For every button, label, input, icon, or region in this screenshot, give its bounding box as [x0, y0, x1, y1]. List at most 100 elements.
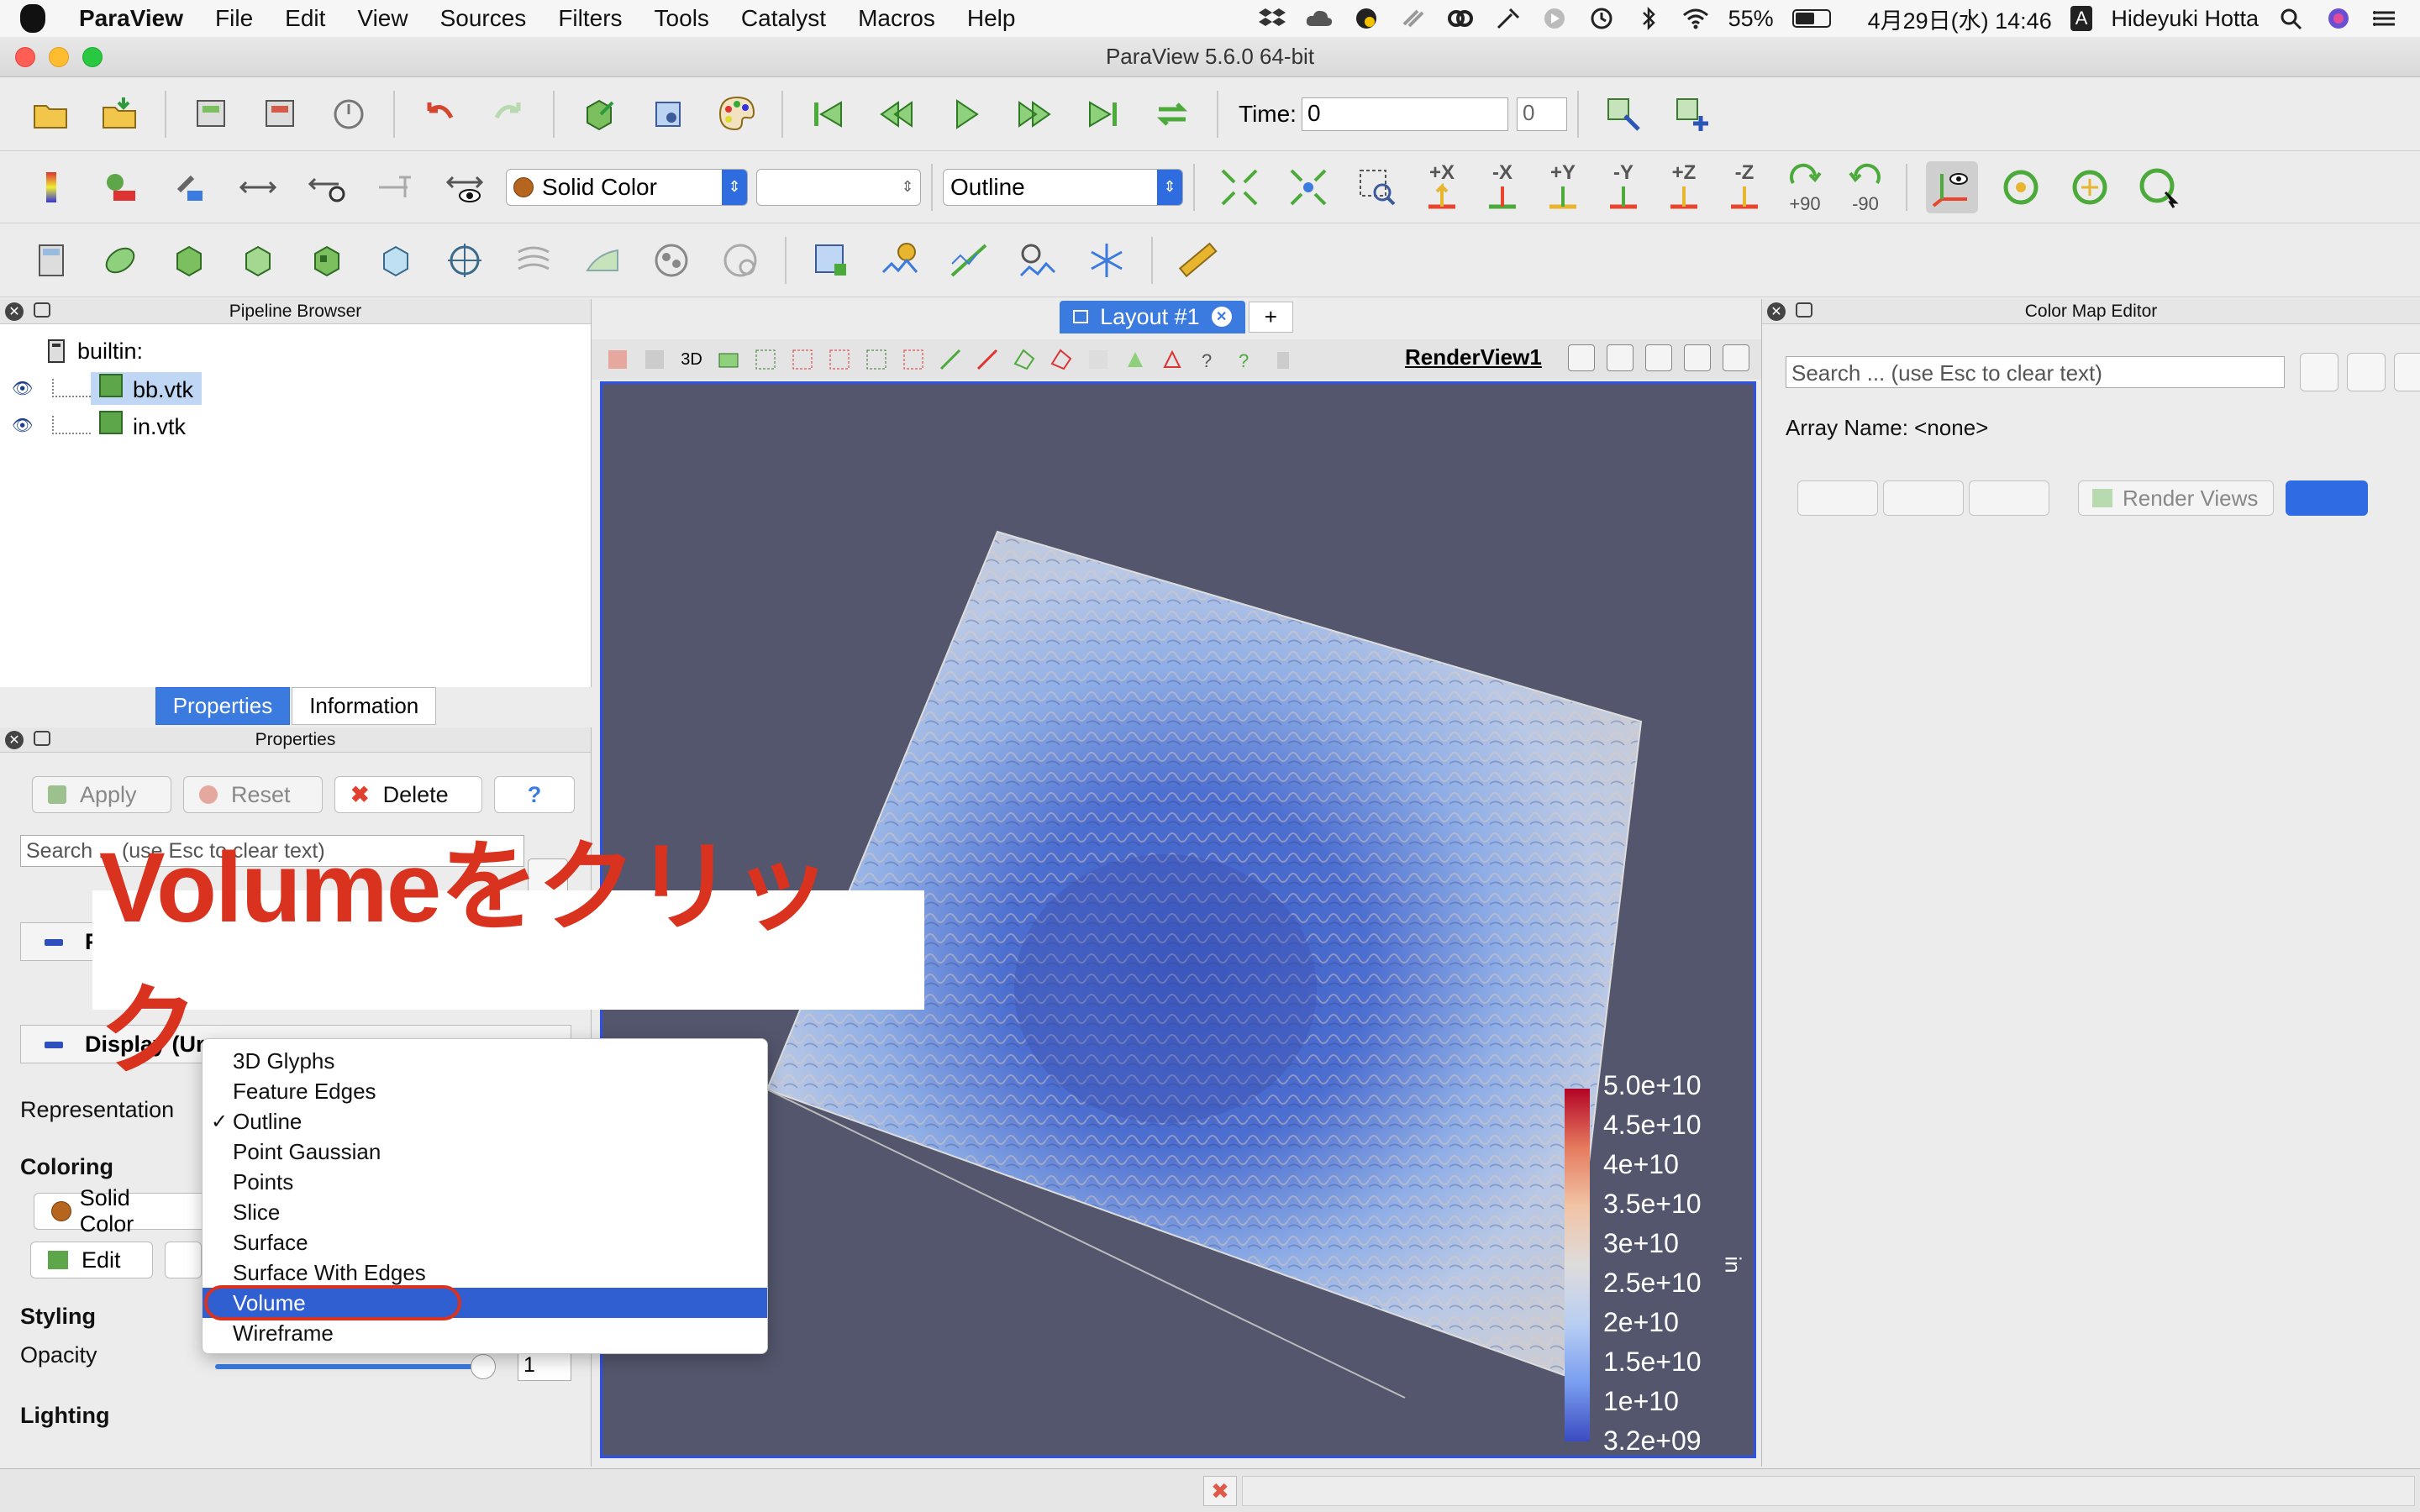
first-frame-button[interactable]	[802, 88, 854, 140]
render-view-title[interactable]: RenderView1	[1405, 344, 1542, 370]
auto-apply-button[interactable]	[323, 88, 375, 140]
query-icon[interactable]: ?	[1195, 345, 1223, 374]
restore-defaults-button[interactable]	[1797, 480, 1878, 516]
camera-icon[interactable]	[714, 345, 743, 374]
contour-filter-button[interactable]	[94, 234, 146, 286]
split-horizontal-icon[interactable]	[1568, 344, 1595, 371]
restore-view-icon[interactable]	[1684, 344, 1711, 371]
zoom-to-data-button[interactable]	[1282, 161, 1334, 213]
tab-properties[interactable]: Properties	[155, 686, 291, 725]
color-by-combo[interactable]: Solid Color ⇕	[506, 168, 748, 206]
menu-sources[interactable]: Sources	[440, 5, 527, 32]
input-method-badge[interactable]: A	[2070, 6, 2093, 31]
reset-center-button[interactable]	[2064, 161, 2116, 213]
colormap-extra-button[interactable]	[165, 1242, 202, 1278]
rescale-visible-button[interactable]	[370, 161, 422, 213]
opacity-slider-track[interactable]	[215, 1364, 484, 1369]
reset-camera-button[interactable]	[1213, 161, 1265, 213]
last-frame-button[interactable]	[1077, 88, 1129, 140]
time-machine-icon[interactable]	[1587, 6, 1616, 31]
query-points-icon[interactable]: ?	[1232, 345, 1260, 374]
hover-points-icon[interactable]	[1121, 345, 1150, 374]
siri-icon[interactable]	[2324, 6, 2353, 31]
zoom-to-box-button[interactable]	[1351, 161, 1403, 213]
clip-filter-button[interactable]	[163, 234, 215, 286]
disconnect-button[interactable]	[254, 88, 306, 140]
reset-range-button[interactable]	[163, 161, 215, 213]
save-preset-icon[interactable]	[2394, 353, 2420, 391]
dropdown-item-outline[interactable]: ✓ Outline	[203, 1106, 767, 1137]
glyph-filter-button[interactable]	[439, 234, 491, 286]
view-minus-x-button[interactable]: -X	[1484, 162, 1521, 212]
opacity-slider-handle[interactable]	[471, 1354, 496, 1379]
stream-tracer-filter-button[interactable]	[508, 234, 560, 286]
menu-view[interactable]: View	[357, 5, 408, 32]
undo-button[interactable]	[413, 88, 466, 140]
select-cells-button[interactable]	[805, 234, 857, 286]
wifi-icon[interactable]	[1681, 6, 1710, 31]
extract-level-filter-button[interactable]	[714, 234, 766, 286]
rescale-visible-range-button[interactable]	[439, 161, 491, 213]
connect-button[interactable]	[185, 88, 237, 140]
menu-catalyst[interactable]: Catalyst	[741, 5, 826, 32]
apple-icon[interactable]	[20, 4, 45, 33]
menu-tools[interactable]: Tools	[655, 5, 709, 32]
extract-subset-filter-button[interactable]	[370, 234, 422, 286]
close-view-icon[interactable]	[1723, 344, 1749, 371]
close-panel-icon[interactable]: ✕	[1767, 302, 1786, 321]
find-data-button[interactable]	[1081, 234, 1133, 286]
edit-custom-filter-button[interactable]	[1597, 88, 1649, 140]
loop-button[interactable]	[1146, 88, 1198, 140]
calculator-filter-button[interactable]	[25, 234, 77, 286]
capture-selection-icon[interactable]	[603, 345, 632, 374]
group-datasets-filter-button[interactable]	[645, 234, 697, 286]
component-combo[interactable]: ⇕	[756, 168, 921, 206]
sync-icon[interactable]	[1399, 6, 1428, 31]
tree-item-bb-vtk[interactable]: 👁 bb.vtk	[0, 370, 591, 407]
load-state-button[interactable]	[94, 88, 146, 140]
float-panel-icon[interactable]	[34, 731, 50, 746]
dropdown-item-surface[interactable]: Surface	[203, 1227, 767, 1257]
float-panel-icon[interactable]	[1796, 302, 1812, 318]
plot-over-line-button[interactable]	[943, 234, 995, 286]
menu-help[interactable]: Help	[967, 5, 1016, 32]
time-index-spinbox[interactable]: 0	[1516, 97, 1567, 131]
warp-vector-filter-button[interactable]	[576, 234, 629, 286]
rescale-temporal-button[interactable]	[301, 161, 353, 213]
cloud-icon[interactable]	[1305, 6, 1334, 31]
show-center-button[interactable]	[1995, 161, 2047, 213]
dropbox-icon[interactable]	[1258, 6, 1286, 31]
split-vertical-icon[interactable]	[1607, 344, 1634, 371]
menu-macros[interactable]: Macros	[858, 5, 935, 32]
slice-filter-button[interactable]	[232, 234, 284, 286]
load-preset-button[interactable]	[1969, 480, 2049, 516]
menu-app-name[interactable]: ParaView	[79, 5, 183, 32]
dropdown-item-points[interactable]: Points	[203, 1167, 767, 1197]
edit-color-map-button[interactable]	[94, 161, 146, 213]
minimize-window-button[interactable]	[49, 47, 69, 67]
close-tab-icon[interactable]: ✕	[1211, 307, 1232, 327]
close-panel-icon[interactable]: ✕	[5, 302, 24, 321]
select-block-icon[interactable]	[862, 345, 891, 374]
select-frustum-icon[interactable]	[825, 345, 854, 374]
menu-filters[interactable]: Filters	[558, 5, 622, 32]
menu-edit[interactable]: Edit	[285, 5, 325, 32]
view-plus-z-button[interactable]: +Z	[1665, 162, 1702, 212]
dropdown-item-slice[interactable]: Slice	[203, 1197, 767, 1227]
previous-frame-button[interactable]	[871, 88, 923, 140]
threshold-filter-button[interactable]	[301, 234, 353, 286]
creative-cloud-icon[interactable]	[1446, 6, 1475, 31]
gear-icon[interactable]	[2300, 353, 2338, 391]
restore-selection-icon[interactable]	[640, 345, 669, 374]
toggle-3d-button[interactable]: 3D	[677, 345, 706, 374]
shrink-selection-icon[interactable]	[973, 345, 1002, 374]
save-screenshot-button[interactable]	[642, 88, 694, 140]
select-points-on-icon[interactable]	[788, 345, 817, 374]
reset-session-button[interactable]	[573, 88, 625, 140]
plot-selection-over-time-button[interactable]	[1012, 234, 1064, 286]
datetime[interactable]: 4月29日(水) 14:46	[1868, 3, 2052, 35]
play-button[interactable]	[939, 88, 992, 140]
pick-center-button[interactable]	[2133, 161, 2185, 213]
rescale-custom-button[interactable]	[232, 161, 284, 213]
color-map-search-input[interactable]: Search ... (use Esc to clear text)	[1786, 356, 2285, 388]
